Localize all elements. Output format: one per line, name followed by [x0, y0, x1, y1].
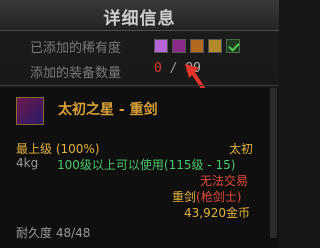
trade-status: 无法交易: [200, 174, 249, 188]
rarity-swatch-1[interactable]: [154, 39, 168, 53]
item-grade: 最上级 (100%): [16, 140, 100, 157]
item-rarity: 太初: [229, 142, 254, 156]
item-price: 43,920金币: [184, 206, 250, 220]
rarity-label: 已添加的稀有度: [30, 41, 122, 56]
equipment-count-label: 添加的装备数量: [30, 66, 122, 81]
durability: 耐久度 48/48: [16, 224, 90, 241]
checkbox-check-icon[interactable]: [226, 39, 240, 53]
title-bar: 详细信息: [0, 0, 279, 31]
item-type-text: 重剑: [172, 190, 197, 204]
equipment-count-current: 0: [154, 61, 162, 76]
grade-percent: (100%): [55, 142, 100, 156]
scrollbar[interactable]: [270, 88, 277, 238]
rarity-swatch-4[interactable]: [208, 39, 222, 53]
item-class: (枪剑士): [196, 190, 242, 204]
item-detail-panel: 详细信息 已添加的稀有度 添加的装备数量 0 / 99 太初之星 - 重剑 最上…: [0, 0, 279, 248]
item-type: 重剑(枪剑士): [172, 188, 241, 205]
equipment-count-separator: /: [169, 61, 178, 76]
item-level-requirement: 100级以上可以使用(115级 - 15): [57, 158, 236, 172]
rarity-swatches: [154, 39, 240, 53]
rarity-swatch-3[interactable]: [190, 39, 204, 53]
rarity-swatch-2[interactable]: [172, 39, 186, 53]
panel-title: 详细信息: [103, 9, 176, 29]
item-name: 太初之星 - 重剑: [58, 102, 158, 118]
durability-label: 耐久度: [16, 226, 53, 240]
weapon-icon: [16, 97, 44, 125]
grade-text: 最上级: [16, 142, 53, 156]
divider: [0, 85, 279, 86]
durability-value: 48/48: [55, 226, 91, 240]
item-weight: 4kg: [16, 156, 39, 170]
